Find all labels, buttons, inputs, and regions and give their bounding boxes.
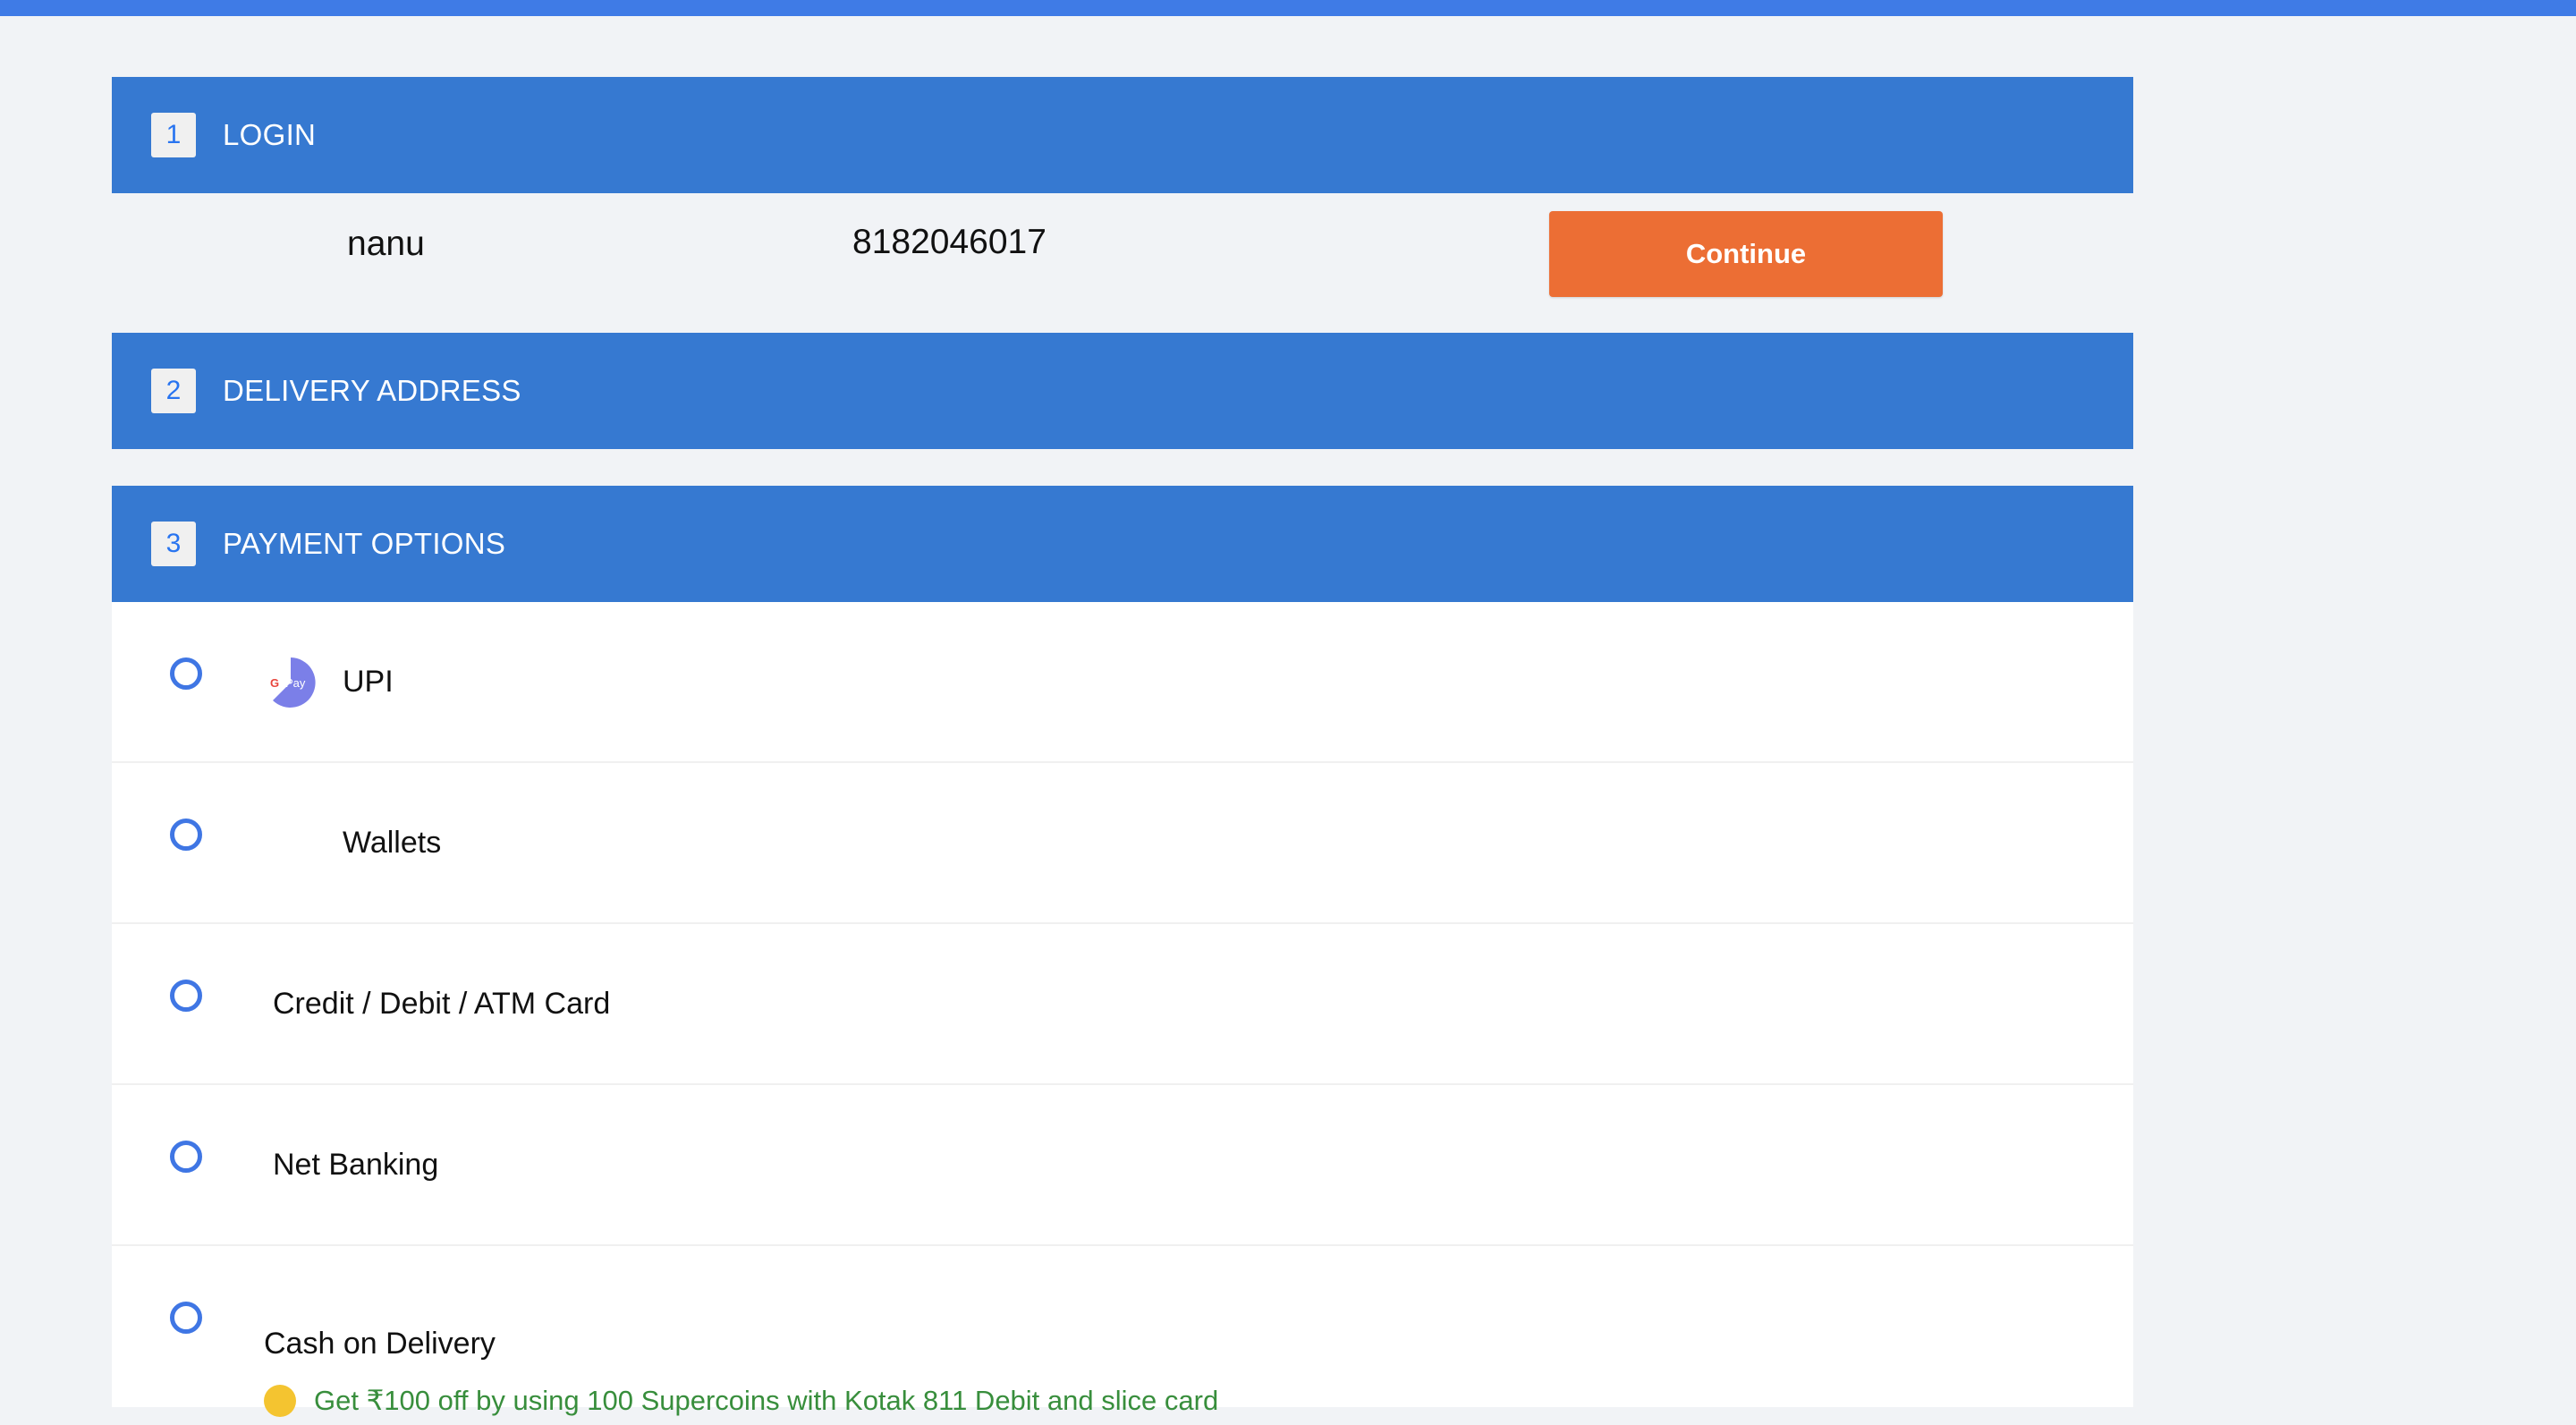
wallets-label: Wallets (343, 826, 442, 860)
cod-label: Cash on Delivery (264, 1327, 496, 1361)
login-section-title: LOGIN (223, 118, 317, 151)
svg-text:G: G (270, 676, 279, 690)
netbanking-label: Net Banking (273, 1148, 439, 1182)
cod-offer-text: Get ₹100 off by using 100 Supercoins wit… (264, 1385, 1218, 1417)
card-label: Credit / Debit / ATM Card (273, 987, 611, 1021)
login-step-number: 1 (151, 113, 196, 157)
gpay-icon-text: Pay (285, 676, 306, 690)
payment-option-card[interactable]: Credit / Debit / ATM Card (112, 924, 2133, 1085)
continue-button[interactable]: Continue (1549, 211, 1943, 297)
top-accent-bar (0, 0, 2576, 16)
payment-option-upi[interactable]: G Pay UPI (112, 602, 2133, 763)
supercoin-icon (264, 1385, 296, 1417)
payment-option-netbanking[interactable]: Net Banking (112, 1085, 2133, 1246)
cod-radio[interactable] (170, 1302, 202, 1334)
payment-options-list: G Pay UPI Wallets Credit / Debit / ATM C… (112, 602, 2133, 1417)
cod-offer-label: Get ₹100 off by using 100 Supercoins wit… (314, 1385, 1219, 1416)
wallets-radio[interactable] (170, 819, 202, 851)
delivery-step-number: 2 (151, 369, 196, 413)
netbanking-radio[interactable] (170, 1141, 202, 1173)
payment-section-header[interactable]: 3 PAYMENT OPTIONS (112, 486, 2133, 602)
user-name: nanu (347, 225, 425, 263)
card-radio[interactable] (170, 980, 202, 1012)
upi-radio[interactable] (170, 657, 202, 690)
delivery-section-title: DELIVERY ADDRESS (223, 374, 521, 407)
user-phone: 8182046017 (852, 223, 1046, 261)
login-details: nanu 8182046017 Continue (112, 193, 2133, 333)
upi-label: UPI (343, 665, 394, 699)
payment-option-wallets[interactable]: Wallets (112, 763, 2133, 924)
payment-step-number: 3 (151, 522, 196, 566)
login-section-header: 1 LOGIN (112, 77, 2133, 193)
payment-section-title: PAYMENT OPTIONS (223, 527, 506, 560)
delivery-section-header[interactable]: 2 DELIVERY ADDRESS (112, 333, 2133, 449)
gpay-icon: G Pay (270, 657, 316, 708)
